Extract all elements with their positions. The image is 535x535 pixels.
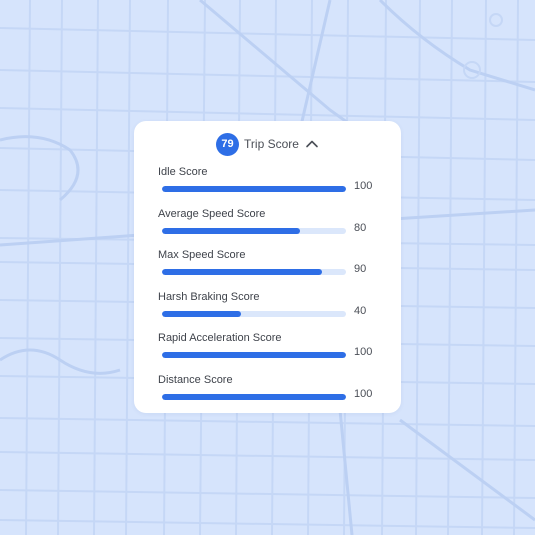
score-row: Max Speed Score 90 [158,249,383,285]
score-value: 90 [354,263,367,276]
score-progress-fill [162,394,346,400]
score-label: Rapid Acceleration Score [158,332,282,345]
trip-score-header[interactable]: 79 Trip Score [134,132,401,156]
score-label: Average Speed Score [158,207,266,220]
score-progress-fill [162,186,346,192]
score-progress-fill [162,352,346,359]
score-progress-bar [162,186,346,192]
score-progress-bar [162,352,346,359]
trip-score-title: Trip Score [244,137,299,151]
score-progress-bar [162,269,346,276]
overall-score-badge: 79 [216,132,240,156]
score-label: Idle Score [158,166,208,178]
score-row: Distance Score 100 [158,374,383,410]
score-progress-fill [162,227,300,234]
score-value: 100 [354,346,373,359]
score-row: Average Speed Score 80 [158,208,383,244]
score-row: Harsh Braking Score 40 [158,291,383,327]
chevron-up-icon[interactable] [305,137,319,151]
score-progress-bar [162,227,346,234]
score-row: Rapid Acceleration Score 100 [158,332,383,368]
score-row: Idle Score 100 [158,166,383,202]
trip-score-card: 79 Trip Score Idle Score 100 Average Speed… [134,121,401,413]
score-progress-fill [162,269,323,276]
score-value: 80 [354,221,367,234]
score-value: 100 [354,180,373,192]
score-progress-fill [162,310,242,317]
score-label: Max Speed Score [158,249,246,262]
score-progress-bar [162,394,346,400]
score-label: Distance Score [158,374,233,386]
score-label: Harsh Braking Score [158,290,260,303]
score-value: 100 [354,388,373,400]
score-value: 40 [354,304,367,317]
score-progress-bar [162,310,346,317]
